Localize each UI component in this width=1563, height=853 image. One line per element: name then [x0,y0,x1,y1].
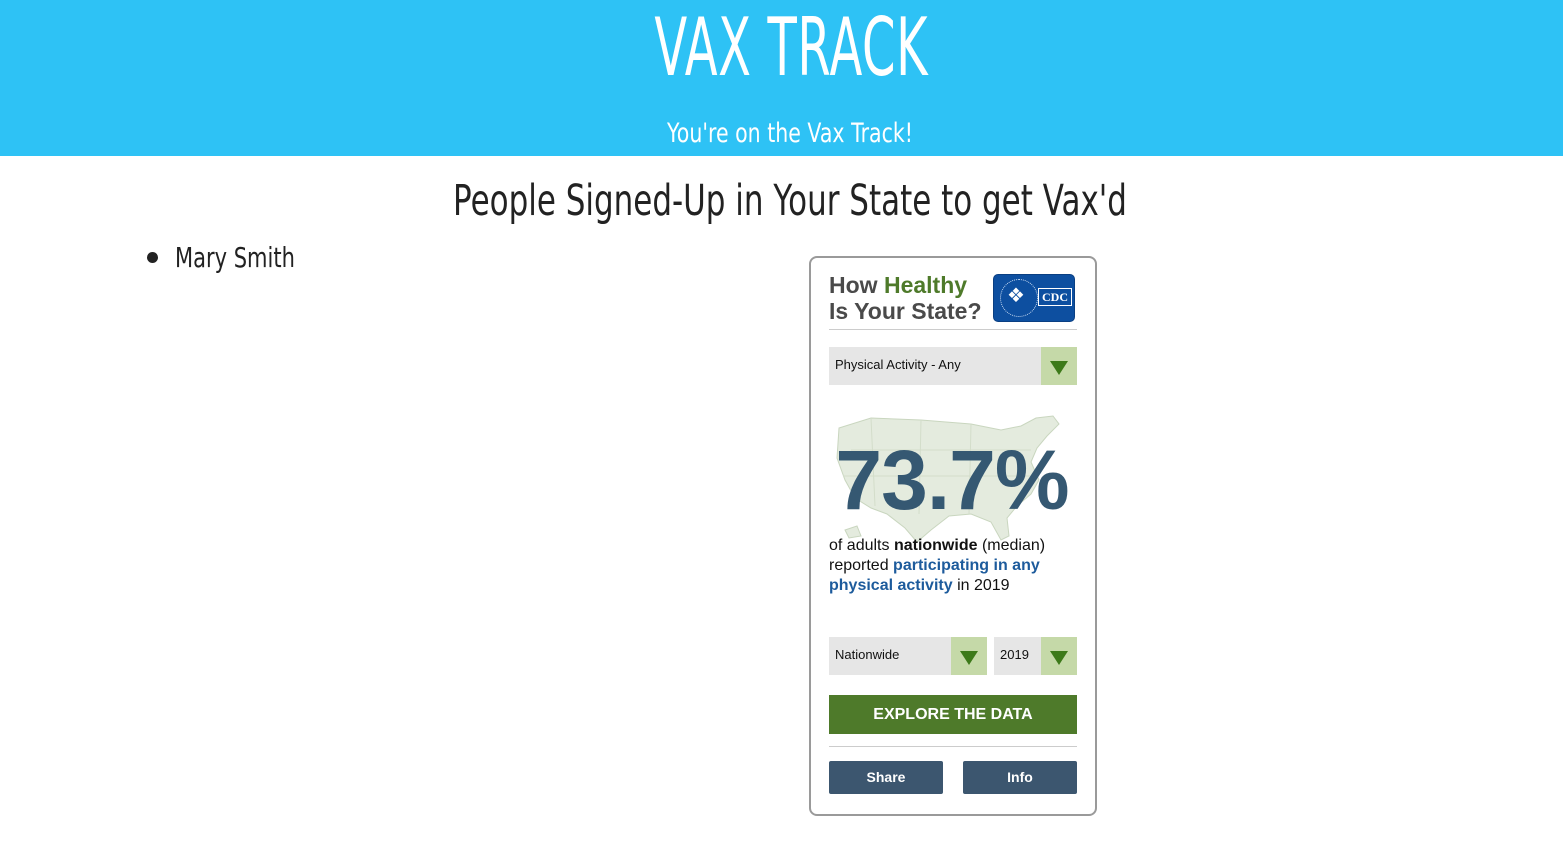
page-title: People Signed-Up in Your State to get Va… [453,176,1127,226]
widget-title-healthy: Healthy [883,272,968,298]
year-select-value: 2019 [1000,647,1029,662]
topic-select-value: Physical Activity - Any [835,357,961,372]
chevron-down-icon[interactable] [1041,637,1077,675]
cdc-logo: ❖ CDC [993,274,1075,322]
list-item: Mary Smith [145,238,335,278]
explore-data-button[interactable]: EXPLORE THE DATA [829,695,1077,734]
desc-text: of adults [829,537,894,554]
location-select-value: Nationwide [835,647,900,662]
location-select[interactable]: Nationwide [829,637,987,675]
cdc-health-widget: How Healthy Is Your State? ❖ CDC Physica… [809,256,1097,816]
chevron-down-icon[interactable] [1041,347,1077,385]
widget-title: How Healthy Is Your State? [829,272,982,324]
desc-text: in 2019 [952,577,1010,594]
divider [829,329,1077,330]
signed-up-people-list: Mary Smith [145,238,335,278]
stat-value: 73.7% [835,433,1069,527]
widget-title-how: How [829,272,884,298]
divider [829,746,1077,747]
site-title: VAX TRACK [654,1,929,94]
widget-title-line2: Is Your State? [829,298,982,324]
eagle-icon: ❖ [1007,285,1025,307]
cdc-logo-text: CDC [1038,288,1072,306]
stat-description: of adults nationwide (median) reported p… [829,536,1079,596]
info-button[interactable]: Info [963,761,1077,794]
share-button[interactable]: Share [829,761,943,794]
site-tagline: You're on the Vax Track! [666,118,914,149]
year-select[interactable]: 2019 [994,637,1077,675]
topic-select[interactable]: Physical Activity - Any [829,347,1077,385]
bullet-icon [147,252,158,263]
person-name: Mary Smith [175,241,295,274]
site-header: VAX TRACK You're on the Vax Track! [0,0,1563,156]
desc-bold: nationwide [893,537,978,554]
chevron-down-icon[interactable] [951,637,987,675]
